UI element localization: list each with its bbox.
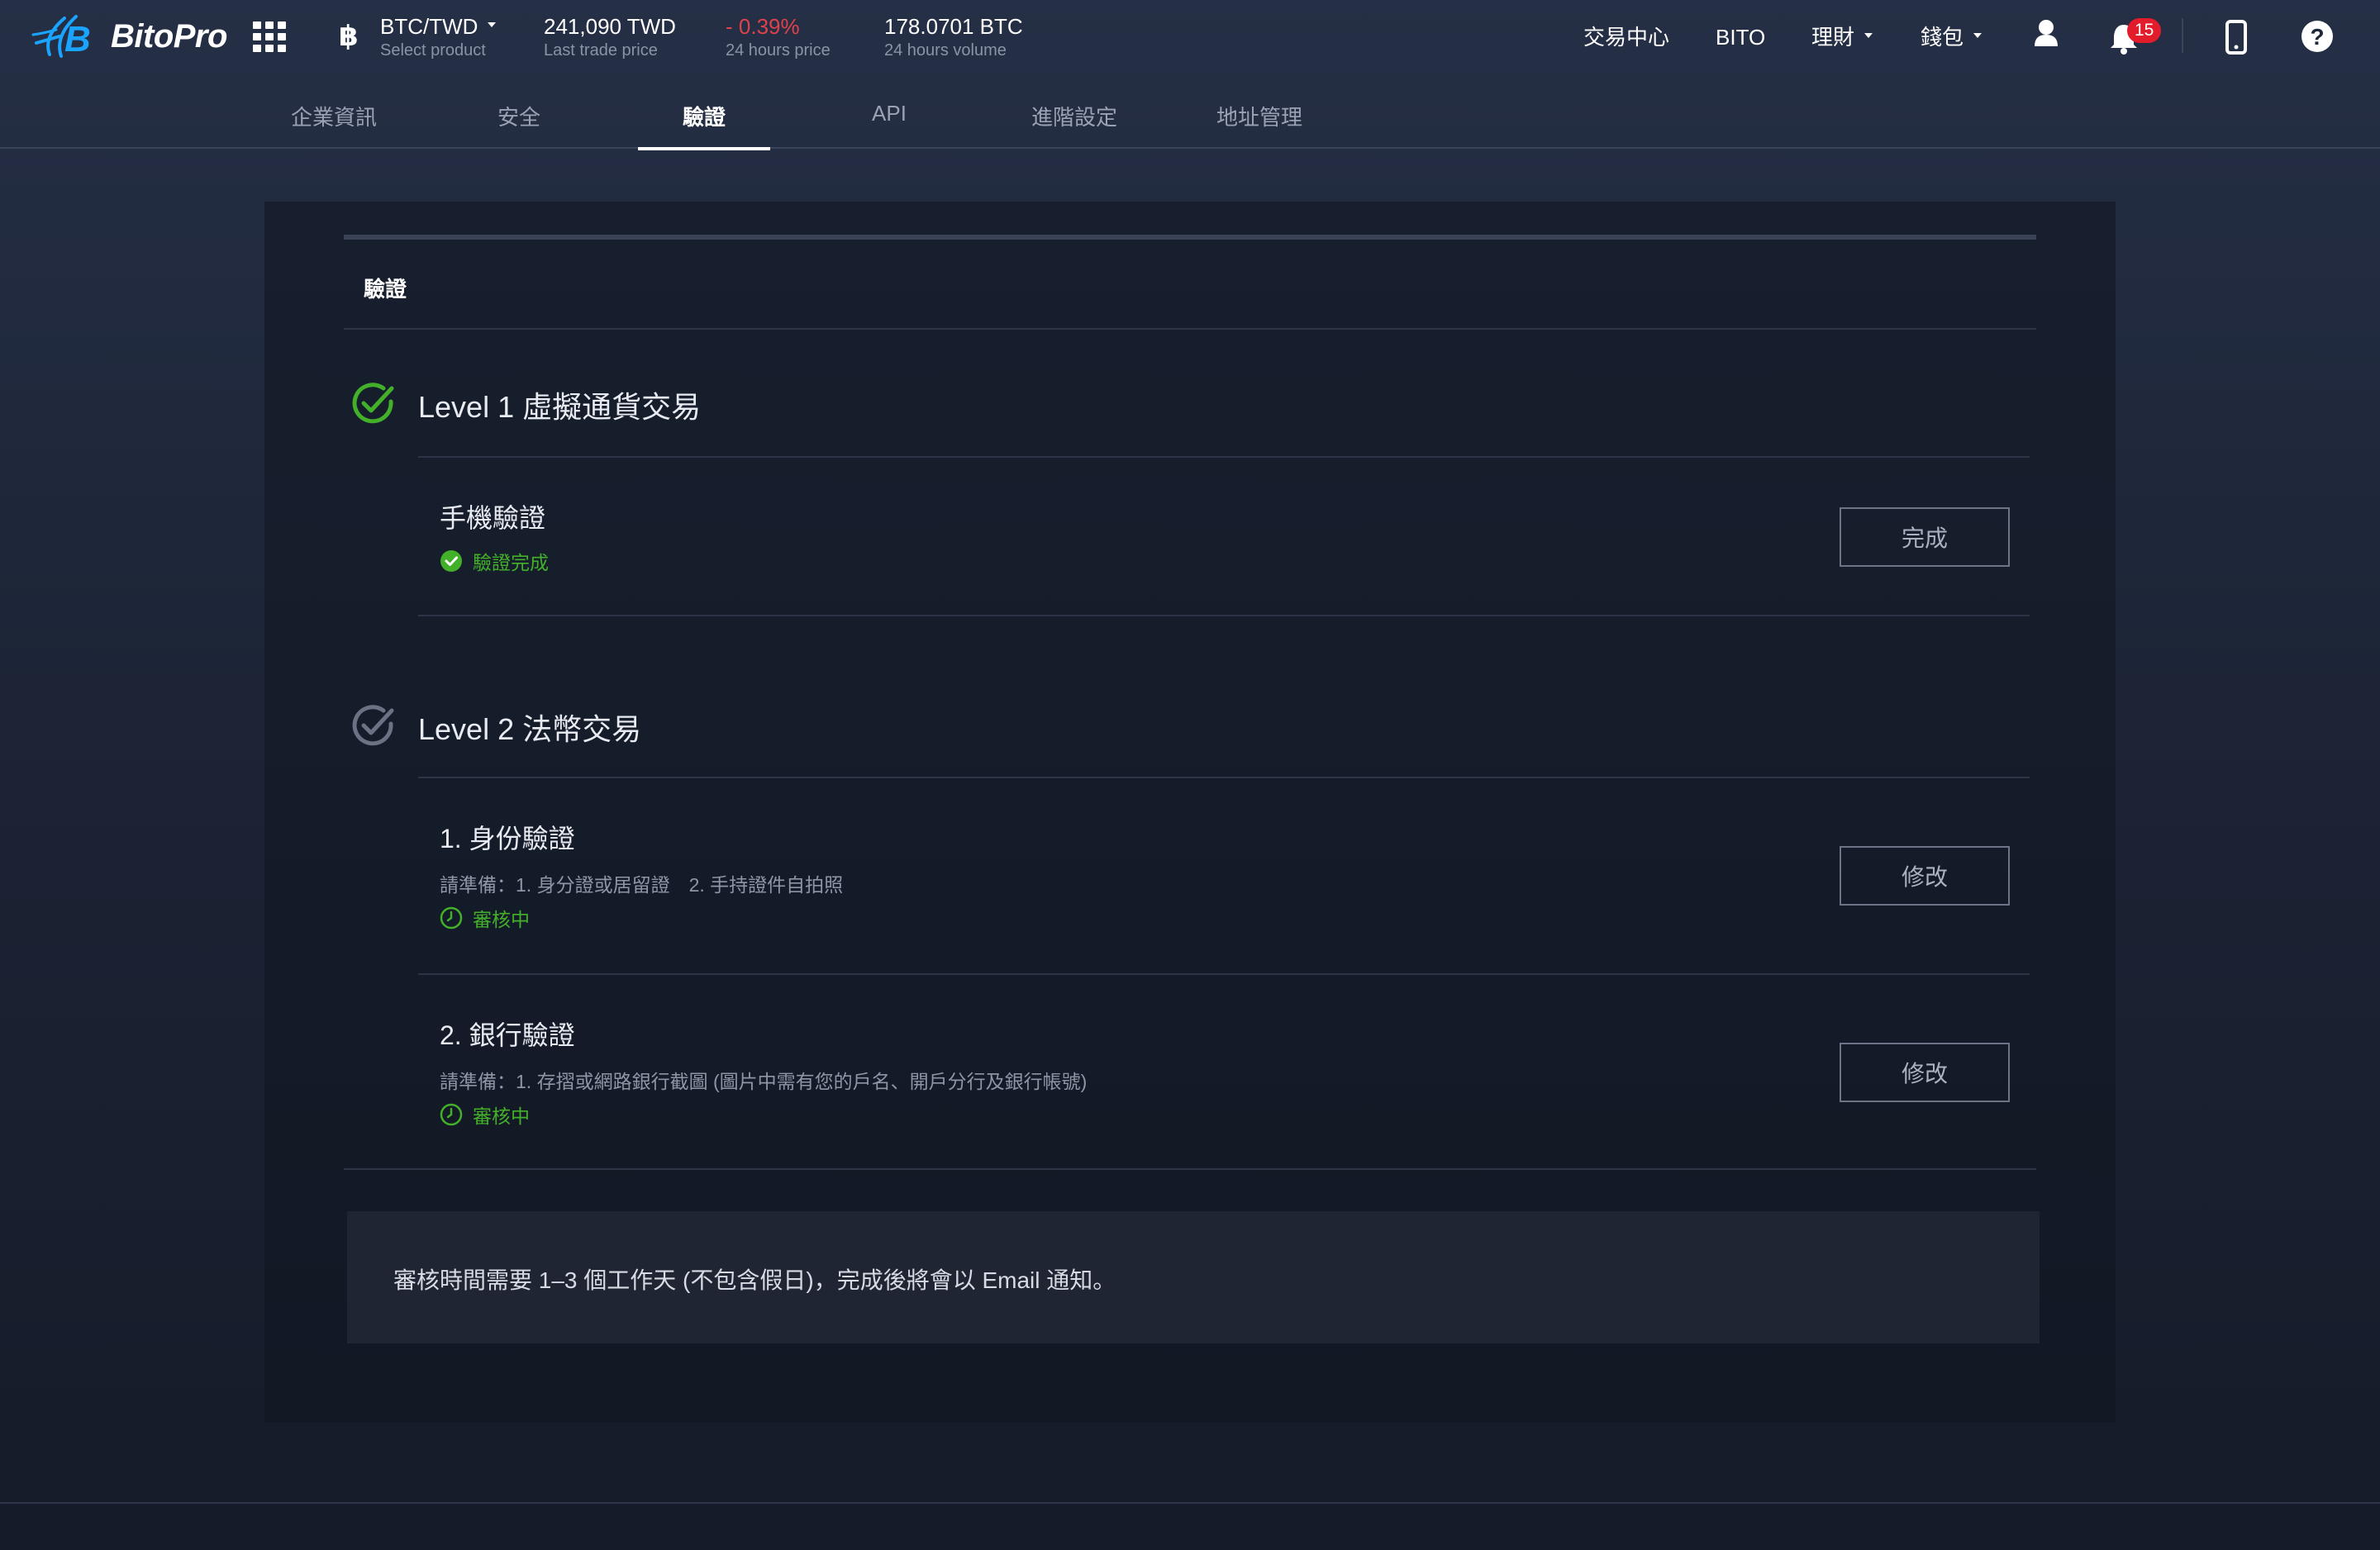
review-notice-text: 審核時間需要 1–3 個工作天 (不包含假日)，完成後將會以 Email 通知。 bbox=[393, 1267, 1116, 1293]
phone-verification-done-button[interactable]: 完成 bbox=[1840, 507, 2010, 567]
card-top-bar bbox=[344, 235, 2036, 240]
brand-name: BitoPro bbox=[111, 17, 227, 55]
footer-divider bbox=[0, 1502, 2380, 1504]
phone-verification-title: 手機驗證 bbox=[440, 503, 546, 533]
pair-value: BTC/TWD bbox=[380, 14, 478, 39]
divider bbox=[418, 456, 2030, 458]
divider bbox=[418, 615, 2030, 616]
notification-badge: 15 bbox=[2127, 18, 2162, 43]
volume-block: 178.0701 BTC 24 hours volume bbox=[884, 13, 1023, 61]
tab-verification[interactable]: 驗證 bbox=[638, 101, 770, 150]
last-price-label: Last trade price bbox=[544, 41, 658, 59]
bank-verification-desc: 請準備：1. 存摺或網路銀行截圖 (圖片中需有您的戶名、開戶分行及銀行帳號) bbox=[440, 1071, 1088, 1092]
tab-advanced-settings[interactable]: 進階設定 bbox=[1008, 101, 1140, 131]
nav-finance-label: 理財 bbox=[1811, 25, 1855, 50]
phone-verification-status: 驗證完成 bbox=[440, 547, 549, 575]
identity-verification-title: 1. 身份驗證 bbox=[440, 824, 575, 853]
mobile-icon[interactable] bbox=[2225, 20, 2248, 55]
level1-check-circle-icon bbox=[352, 383, 394, 424]
nav-finance[interactable]: 理財 bbox=[1811, 21, 1873, 53]
identity-verification-status: 審核中 bbox=[440, 904, 530, 932]
nav-trade-center[interactable]: 交易中心 bbox=[1583, 21, 1669, 53]
identity-verification-desc: 請準備：1. 身分證或居留證 2. 手持證件自拍照 bbox=[440, 874, 844, 896]
svg-text:B: B bbox=[64, 19, 91, 59]
divider bbox=[344, 328, 2036, 330]
price-change-value: - 0.39% bbox=[726, 14, 800, 39]
card-title: 驗證 bbox=[364, 277, 407, 302]
apps-grid-icon[interactable] bbox=[253, 21, 286, 52]
level2-check-circle-icon bbox=[352, 705, 394, 746]
nav-bito[interactable]: BITO bbox=[1716, 21, 1765, 53]
status-text: 驗證完成 bbox=[473, 552, 549, 573]
user-icon[interactable] bbox=[2033, 18, 2059, 51]
bitopro-logo-icon: B bbox=[31, 15, 91, 59]
nav-wallet-label: 錢包 bbox=[1921, 25, 1964, 50]
bitcoin-icon: ฿ bbox=[339, 21, 359, 52]
settings-tabs: 企業資訊 安全 驗證 API 進階設定 地址管理 bbox=[0, 91, 2380, 150]
bank-verification-status: 審核中 bbox=[440, 1101, 530, 1129]
nav-wallet[interactable]: 錢包 bbox=[1921, 21, 1983, 53]
price-change-label: 24 hours price bbox=[726, 41, 831, 59]
bitopro-logo[interactable]: B BitoPro bbox=[31, 12, 227, 61]
check-circle-icon bbox=[440, 550, 462, 572]
chevron-down-icon bbox=[1973, 33, 1983, 39]
tab-security[interactable]: 安全 bbox=[453, 101, 585, 131]
level1-title: Level 1 虛擬通貨交易 bbox=[418, 390, 702, 424]
status-text: 審核中 bbox=[473, 909, 530, 930]
level2-title: Level 2 法幣交易 bbox=[418, 712, 642, 746]
divider bbox=[418, 777, 2030, 778]
nav-divider bbox=[2182, 18, 2183, 53]
review-notice: 審核時間需要 1–3 個工作天 (不包含假日)，完成後將會以 Email 通知。 bbox=[347, 1211, 2040, 1343]
top-navbar: B BitoPro ฿ BTC/TWD Select product 241,0… bbox=[0, 0, 2380, 73]
identity-verification-edit-button[interactable]: 修改 bbox=[1840, 846, 2010, 906]
verification-card: 驗證 Level 1 虛擬通貨交易 手機驗證 驗證完成 完成 Level 2 法… bbox=[264, 202, 2116, 1423]
chevron-down-icon bbox=[488, 22, 497, 28]
pair-selector[interactable]: BTC/TWD Select product bbox=[380, 13, 497, 61]
tab-address-management[interactable]: 地址管理 bbox=[1193, 101, 1326, 131]
svg-text:?: ? bbox=[2310, 24, 2324, 50]
status-text: 審核中 bbox=[473, 1105, 530, 1127]
last-price-value: 241,090 TWD bbox=[544, 14, 676, 39]
chevron-down-icon bbox=[1864, 33, 1873, 39]
tab-company-info[interactable]: 企業資訊 bbox=[268, 101, 400, 131]
clock-icon bbox=[440, 1103, 463, 1126]
volume-label: 24 hours volume bbox=[884, 41, 1007, 59]
clock-icon bbox=[440, 906, 463, 930]
divider bbox=[344, 1168, 2036, 1170]
pair-label: Select product bbox=[380, 41, 486, 59]
bank-verification-title: 2. 銀行驗證 bbox=[440, 1020, 575, 1050]
price-change-block: - 0.39% 24 hours price bbox=[726, 13, 831, 61]
help-icon[interactable]: ? bbox=[2301, 20, 2334, 53]
bank-verification-edit-button[interactable]: 修改 bbox=[1840, 1043, 2010, 1102]
divider bbox=[418, 973, 2030, 975]
last-price-block: 241,090 TWD Last trade price bbox=[544, 13, 676, 61]
tab-api[interactable]: API bbox=[823, 101, 955, 126]
volume-value: 178.0701 BTC bbox=[884, 14, 1023, 39]
